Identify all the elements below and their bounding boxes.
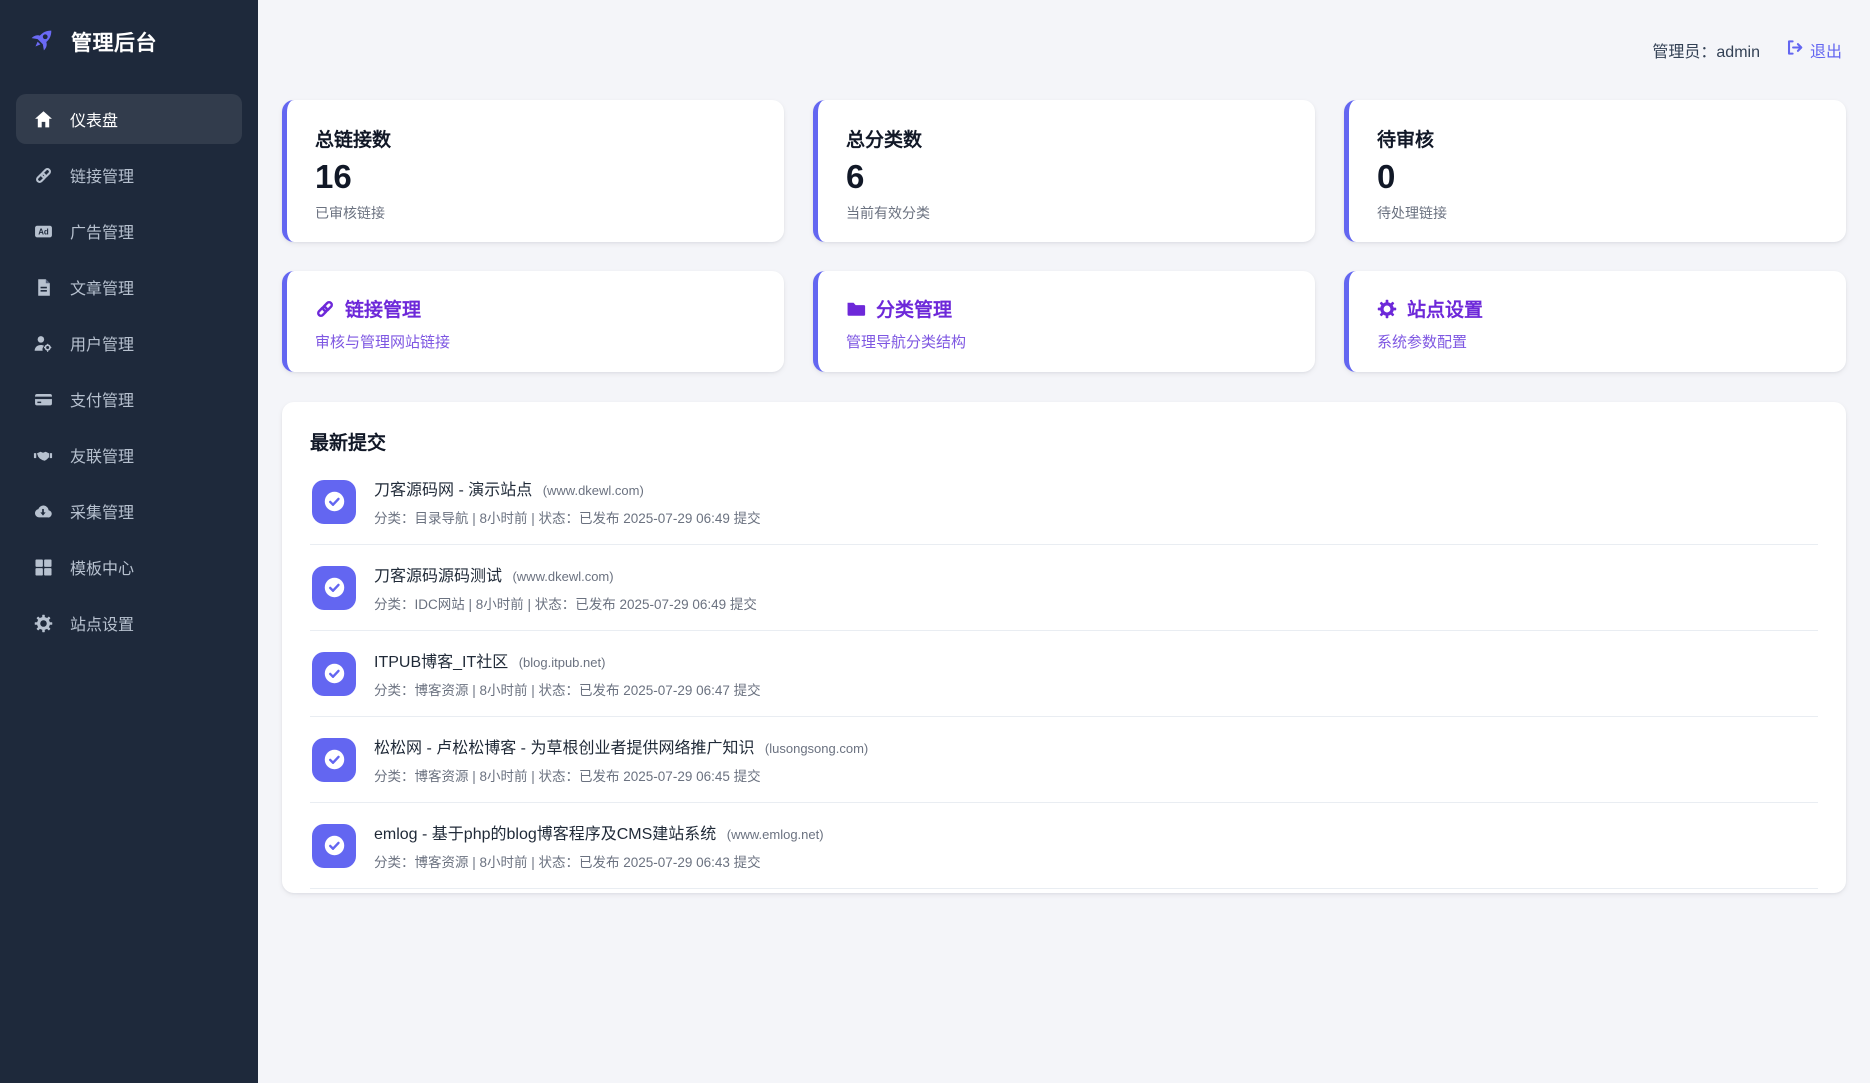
rocket-icon bbox=[22, 24, 58, 60]
link-icon bbox=[32, 166, 54, 185]
main-content: 管理员：admin 退出 总链接数 16 已审核链接 总分类数 6 当前有效分类… bbox=[258, 0, 1870, 1083]
credit-card-icon bbox=[32, 390, 54, 409]
submission-domain: (www.dkewl.com) bbox=[542, 483, 644, 498]
sidebar-item-users[interactable]: 用户管理 bbox=[16, 318, 242, 368]
quick-card-subtitle: 系统参数配置 bbox=[1377, 334, 1468, 351]
submission-name: 刀客源码网 - 演示站点 bbox=[374, 482, 533, 499]
sidebar-item-label: 用户管理 bbox=[70, 337, 135, 354]
submission-row[interactable]: emlog - 基于php的blog博客程序及CMS建站系统 (www.emlo… bbox=[310, 803, 1818, 889]
sidebar-item-label: 友联管理 bbox=[70, 449, 135, 466]
submission-row[interactable]: 刀客源码网 - 演示站点 (www.dkewl.com) 分类：目录导航 | 8… bbox=[310, 459, 1818, 545]
sidebar-item-label: 仪表盘 bbox=[70, 113, 119, 130]
quick-card-title: 链接管理 bbox=[345, 300, 422, 321]
sidebar-nav: 仪表盘 链接管理 Ad 广告管理 文章管理 用户管理 支付管理 友联管理 采集管… bbox=[16, 94, 242, 648]
sidebar-item-site-settings[interactable]: 站点设置 bbox=[16, 598, 242, 648]
panel-title: 最新提交 bbox=[310, 433, 387, 454]
stat-value: 16 bbox=[315, 158, 352, 195]
stat-subtitle: 当前有效分类 bbox=[846, 205, 930, 222]
sidebar-item-label: 模板中心 bbox=[70, 561, 135, 578]
check-circle-icon bbox=[312, 823, 356, 868]
submission-row[interactable]: 松松网 - 卢松松博客 - 为草根创业者提供网络推广知识 (lusongsong… bbox=[310, 717, 1818, 803]
submission-domain: (www.dkewl.com) bbox=[512, 569, 614, 584]
stats-row: 总链接数 16 已审核链接 总分类数 6 当前有效分类 待审核 0 待处理链接 bbox=[282, 100, 1846, 242]
cloud-download-icon bbox=[32, 502, 54, 521]
sidebar-item-payments[interactable]: 支付管理 bbox=[16, 374, 242, 424]
stat-value: 6 bbox=[846, 158, 865, 195]
stat-subtitle: 已审核链接 bbox=[315, 205, 385, 222]
sidebar-item-label: 广告管理 bbox=[70, 225, 135, 242]
quick-card-subtitle: 管理导航分类结构 bbox=[846, 334, 967, 351]
sidebar-item-label: 支付管理 bbox=[70, 393, 135, 410]
submission-domain: (www.emlog.net) bbox=[726, 827, 824, 842]
submission-meta: 分类：博客资源 | 8小时前 | 状态：已发布 2025-07-29 06:43… bbox=[374, 855, 761, 870]
quick-card-subtitle: 审核与管理网站链接 bbox=[315, 334, 451, 351]
topbar: 管理员：admin 退出 bbox=[282, 0, 1846, 100]
sidebar-item-templates[interactable]: 模板中心 bbox=[16, 542, 242, 592]
submission-name: ITPUB博客_IT社区 bbox=[374, 654, 509, 671]
stat-card-total-categories: 总分类数 6 当前有效分类 bbox=[813, 100, 1315, 242]
sidebar-item-links[interactable]: 链接管理 bbox=[16, 150, 242, 200]
sidebar-item-articles[interactable]: 文章管理 bbox=[16, 262, 242, 312]
submission-meta: 分类：IDC网站 | 8小时前 | 状态：已发布 2025-07-29 06:4… bbox=[374, 597, 757, 612]
stat-value: 0 bbox=[1377, 158, 1396, 195]
sidebar-item-label: 站点设置 bbox=[70, 617, 135, 634]
admin-app: 管理后台 仪表盘 链接管理 Ad 广告管理 文章管理 用户管理 支付管理 友联管… bbox=[0, 0, 1870, 1083]
link-icon bbox=[315, 299, 335, 319]
sidebar-item-friend-links[interactable]: 友联管理 bbox=[16, 430, 242, 480]
stat-title: 总链接数 bbox=[315, 130, 392, 151]
app-logo: 管理后台 bbox=[16, 22, 242, 62]
user-cog-icon bbox=[32, 334, 54, 353]
quick-card-category-manage[interactable]: 分类管理 管理导航分类结构 bbox=[813, 271, 1315, 372]
handshake-icon bbox=[32, 446, 54, 465]
gear-icon bbox=[1377, 299, 1397, 319]
submission-name: 松松网 - 卢松松博客 - 为草根创业者提供网络推广知识 bbox=[374, 740, 755, 757]
submission-row[interactable]: ITPUB博客_IT社区 (blog.itpub.net) 分类：博客资源 | … bbox=[310, 631, 1818, 717]
submission-name: 刀客源码源码测试 bbox=[374, 568, 503, 585]
logout-icon bbox=[1786, 39, 1803, 61]
quick-card-title: 分类管理 bbox=[876, 300, 953, 321]
check-circle-icon bbox=[312, 651, 356, 696]
submission-row[interactable]: 刀客源码源码测试 (www.dkewl.com) 分类：IDC网站 | 8小时前… bbox=[310, 545, 1818, 631]
check-circle-icon bbox=[312, 565, 356, 610]
submission-meta: 分类：博客资源 | 8小时前 | 状态：已发布 2025-07-29 06:45… bbox=[374, 769, 761, 784]
folder-icon bbox=[846, 299, 866, 319]
stat-title: 总分类数 bbox=[846, 130, 923, 151]
sidebar-item-label: 链接管理 bbox=[70, 169, 135, 186]
logout-label: 退出 bbox=[1809, 44, 1842, 61]
submission-name: emlog - 基于php的blog博客程序及CMS建站系统 bbox=[374, 826, 717, 843]
latest-submissions-panel: 最新提交 刀客源码网 - 演示站点 (www.dkewl.com) 分类：目录导… bbox=[282, 402, 1846, 893]
sidebar-item-ads[interactable]: Ad 广告管理 bbox=[16, 206, 242, 256]
logout-button[interactable]: 退出 bbox=[1786, 38, 1842, 62]
admin-label: 管理员：admin bbox=[1652, 44, 1760, 61]
svg-text:Ad: Ad bbox=[38, 227, 49, 236]
stat-card-pending-review: 待审核 0 待处理链接 bbox=[1344, 100, 1846, 242]
sidebar: 管理后台 仪表盘 链接管理 Ad 广告管理 文章管理 用户管理 支付管理 友联管… bbox=[0, 0, 258, 1083]
submission-domain: (blog.itpub.net) bbox=[518, 655, 606, 670]
template-grid-icon bbox=[32, 558, 54, 577]
submission-meta: 分类：博客资源 | 8小时前 | 状态：已发布 2025-07-29 06:47… bbox=[374, 683, 761, 698]
app-title: 管理后台 bbox=[71, 32, 157, 55]
submission-domain: (lusongsong.com) bbox=[764, 741, 869, 756]
check-circle-icon bbox=[312, 479, 356, 524]
article-icon bbox=[32, 278, 54, 297]
sidebar-item-collect[interactable]: 采集管理 bbox=[16, 486, 242, 536]
sidebar-item-label: 采集管理 bbox=[70, 505, 135, 522]
stat-title: 待审核 bbox=[1377, 130, 1435, 151]
quick-card-site-settings[interactable]: 站点设置 系统参数配置 bbox=[1344, 271, 1846, 372]
check-circle-icon bbox=[312, 737, 356, 782]
gear-icon bbox=[32, 614, 54, 633]
quick-links-row: 链接管理 审核与管理网站链接 分类管理 管理导航分类结构 站点设置 系统参数配置 bbox=[282, 271, 1846, 372]
quick-card-link-manage[interactable]: 链接管理 审核与管理网站链接 bbox=[282, 271, 784, 372]
quick-card-title: 站点设置 bbox=[1407, 300, 1484, 321]
submission-meta: 分类：目录导航 | 8小时前 | 状态：已发布 2025-07-29 06:49… bbox=[374, 511, 761, 526]
ad-icon: Ad bbox=[32, 222, 54, 241]
home-icon bbox=[32, 110, 54, 129]
sidebar-item-label: 文章管理 bbox=[70, 281, 135, 298]
stat-card-total-links: 总链接数 16 已审核链接 bbox=[282, 100, 784, 242]
sidebar-item-dashboard[interactable]: 仪表盘 bbox=[16, 94, 242, 144]
stat-subtitle: 待处理链接 bbox=[1377, 205, 1447, 222]
